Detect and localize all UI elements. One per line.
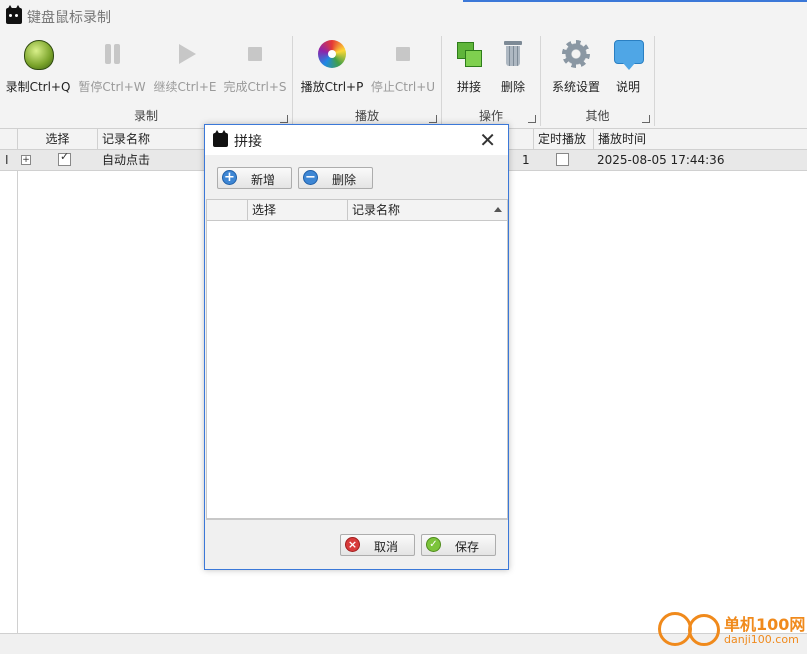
add-button[interactable]: + 新增 (217, 167, 292, 189)
disc-icon (318, 40, 346, 68)
divider (206, 519, 508, 520)
row-count: 1 (522, 153, 530, 167)
ribbon-group-record: 录制Ctrl+Q 暂停Ctrl+W 继续Ctrl+E 完成Ctrl+S 录制 (0, 36, 293, 126)
row-select-checkbox[interactable] (58, 150, 71, 166)
merge-icon (455, 40, 483, 68)
ribbon-toolbar: 录制Ctrl+Q 暂停Ctrl+W 继续Ctrl+E 完成Ctrl+S 录制 播… (0, 32, 807, 129)
trash-icon (499, 40, 527, 68)
cat-logo-icon (213, 130, 228, 147)
help-button[interactable]: 说明 (607, 36, 649, 94)
group-launcher-icon[interactable] (528, 115, 536, 123)
delete-button-label: 删除 (500, 80, 525, 94)
dialog-title-bar[interactable]: 拼接 ✕ (205, 125, 508, 155)
ribbon-group-other: 系统设置 说明 其他 (541, 36, 655, 126)
ribbon-group-label: 播放 (354, 109, 379, 123)
merge-dialog: 拼接 ✕ + 新增 − 删除 选择 记录名称 × 取消 ✓ 保存 (204, 124, 509, 570)
ribbon-group-label: 录制 (133, 109, 158, 123)
expand-icon[interactable]: + (21, 155, 31, 165)
merge-grid-header: 选择 记录名称 (207, 200, 507, 221)
minus-circle-icon: − (303, 170, 318, 185)
title-bar: 键盘鼠标录制 (0, 0, 807, 32)
plus-circle-icon: + (222, 170, 237, 185)
settings-button-label: 系统设置 (551, 80, 600, 94)
finish-button[interactable]: 完成Ctrl+S (222, 36, 288, 94)
row-indicator-gutter (17, 129, 18, 633)
group-launcher-icon[interactable] (429, 115, 437, 123)
group-launcher-icon[interactable] (280, 115, 288, 123)
cancel-icon: × (345, 537, 360, 552)
stop-icon (389, 40, 417, 68)
watermark-brand: 单机100网 (724, 615, 806, 634)
delete-button[interactable]: 删除 (492, 36, 534, 94)
check-icon: ✓ (426, 537, 441, 552)
remove-button[interactable]: − 删除 (298, 167, 373, 189)
stop-button-label: 停止Ctrl+U (370, 80, 436, 94)
merge-button-label: 拼接 (456, 80, 481, 94)
row-scheduled-checkbox[interactable] (556, 153, 569, 166)
column-record-name[interactable]: 记录名称 (97, 129, 207, 149)
close-icon[interactable]: ✕ (479, 128, 496, 152)
remove-button-label: 删除 (332, 173, 357, 187)
watermark-logo-icon (658, 610, 722, 654)
merge-button[interactable]: 拼接 (448, 36, 490, 94)
pause-icon (98, 40, 126, 68)
row-play-time: 2025-08-05 17:44:36 (597, 153, 725, 167)
chat-bubble-icon (614, 40, 644, 70)
row-indicator: I (5, 153, 9, 167)
ribbon-group-label: 其他 (585, 109, 610, 123)
cat-logo-icon (6, 5, 22, 24)
window-accent-strip (463, 0, 807, 2)
play-button-label: 播放Ctrl+P (300, 80, 364, 94)
help-button-label: 说明 (615, 80, 640, 94)
pause-button-label: 暂停Ctrl+W (78, 80, 146, 94)
pause-button[interactable]: 暂停Ctrl+W (76, 36, 148, 94)
cancel-button[interactable]: × 取消 (340, 534, 415, 556)
add-button-label: 新增 (251, 173, 276, 187)
play-icon (171, 40, 199, 68)
record-button[interactable]: 录制Ctrl+Q (4, 36, 72, 94)
resume-button[interactable]: 继续Ctrl+E (150, 36, 220, 94)
save-button-label: 保存 (455, 540, 480, 554)
gear-icon (562, 40, 590, 68)
dialog-title: 拼接 (234, 134, 262, 150)
column-play-time[interactable]: 播放时间 (593, 129, 807, 149)
sort-ascending-icon[interactable] (494, 207, 502, 212)
group-launcher-icon[interactable] (642, 115, 650, 123)
stop-icon (241, 40, 269, 68)
column-scheduled[interactable]: 定时播放 (533, 129, 593, 149)
record-button-label: 录制Ctrl+Q (5, 80, 71, 94)
play-button[interactable]: 播放Ctrl+P (299, 36, 365, 94)
column-record-name[interactable]: 记录名称 (347, 200, 507, 220)
column-select[interactable]: 选择 (247, 200, 347, 220)
ribbon-group-label: 操作 (478, 109, 503, 123)
ribbon-group-playback: 播放Ctrl+P 停止Ctrl+U 播放 (293, 36, 442, 126)
window-title: 键盘鼠标录制 (27, 10, 111, 26)
column-select[interactable]: 选择 (17, 129, 97, 149)
bug-icon (24, 40, 54, 70)
ribbon-group-operation: 拼接 删除 操作 (442, 36, 541, 126)
finish-button-label: 完成Ctrl+S (223, 80, 287, 94)
merge-records-grid[interactable]: 选择 记录名称 (206, 199, 508, 519)
save-button[interactable]: ✓ 保存 (421, 534, 496, 556)
stop-button[interactable]: 停止Ctrl+U (369, 36, 437, 94)
settings-button[interactable]: 系统设置 (545, 36, 607, 94)
cancel-button-label: 取消 (374, 540, 399, 554)
watermark-url: danji100.com (724, 633, 799, 646)
resume-button-label: 继续Ctrl+E (153, 80, 217, 94)
row-record-name: 自动点击 (102, 153, 151, 167)
